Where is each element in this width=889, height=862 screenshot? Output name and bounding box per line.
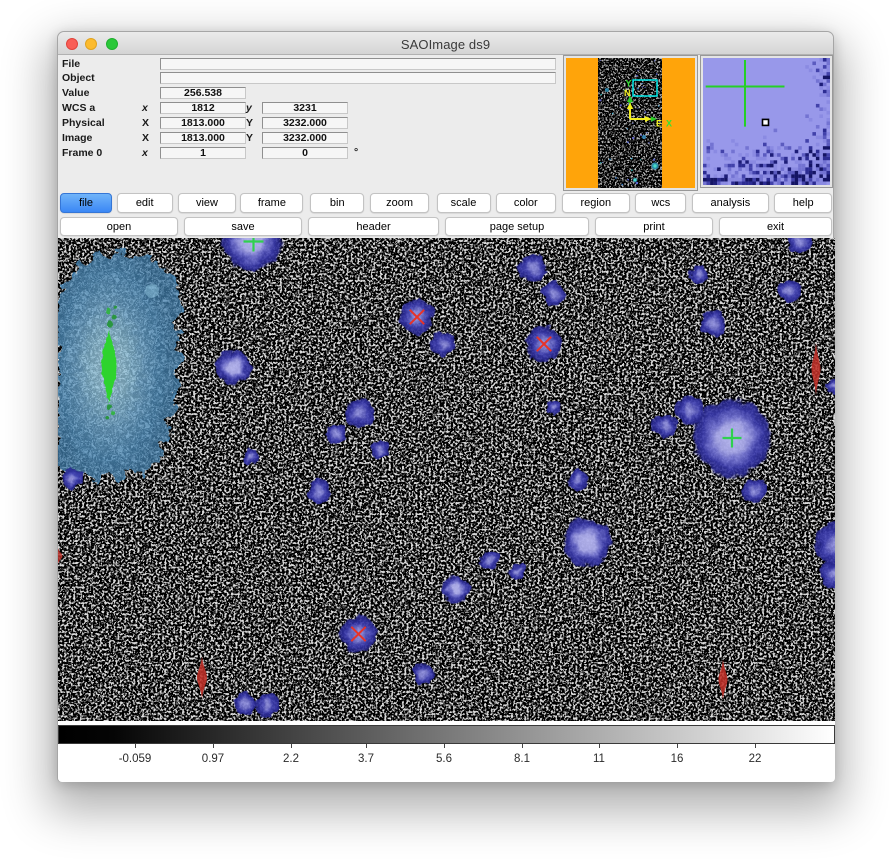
- svg-text:X: X: [666, 119, 672, 129]
- svg-text:E: E: [656, 118, 662, 128]
- svg-text:Y: Y: [626, 79, 632, 89]
- svg-text:N: N: [624, 88, 631, 98]
